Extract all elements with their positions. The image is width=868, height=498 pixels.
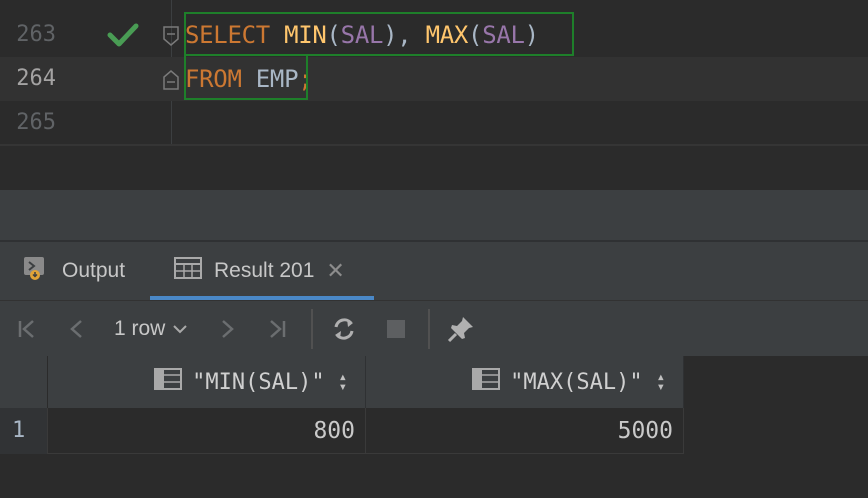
tab-result[interactable]: Result 201 ✕ xyxy=(150,242,374,300)
editor-empty-area xyxy=(0,146,868,190)
result-grid[interactable]: "MIN(SAL)" ▴ ▾ "MAX(SAL)" ▴ ▾ 1 800 5000 xyxy=(0,356,868,498)
pin-icon[interactable] xyxy=(446,314,476,344)
table-icon xyxy=(174,257,202,285)
console-output-icon xyxy=(22,255,50,287)
refresh-icon[interactable] xyxy=(329,314,359,344)
result-toolbar: 1 row xyxy=(0,300,868,356)
fold-start-icon[interactable] xyxy=(162,25,180,47)
column-header-label: "MIN(SAL)" xyxy=(192,369,325,395)
grid-header: "MIN(SAL)" ▴ ▾ "MAX(SAL)" ▴ ▾ xyxy=(0,356,684,408)
row-count-label: 1 row xyxy=(114,317,166,340)
first-page-icon[interactable] xyxy=(12,314,42,344)
sort-icon[interactable]: ▴ ▾ xyxy=(339,370,347,394)
line-number: 264 xyxy=(16,66,56,91)
row-count-dropdown[interactable]: 1 row xyxy=(114,314,189,344)
toolbar-separator xyxy=(311,309,313,349)
editor-line-265[interactable]: 265 xyxy=(0,101,868,145)
line-number: 265 xyxy=(16,110,56,135)
result-tabs: Output Result 201 ✕ xyxy=(0,242,868,300)
close-icon[interactable]: ✕ xyxy=(326,258,344,284)
code-text: FROM EMP; xyxy=(185,65,313,93)
line-number: 263 xyxy=(16,22,56,47)
sort-icon[interactable]: ▴ ▾ xyxy=(657,370,665,394)
chevron-down-icon xyxy=(173,325,188,334)
previous-page-icon[interactable] xyxy=(62,314,92,344)
toolbar-separator xyxy=(428,309,430,349)
table-cell-max-sal[interactable]: 5000 xyxy=(366,408,684,454)
column-header-label: "MAX(SAL)" xyxy=(510,369,643,395)
row-number: 1 xyxy=(0,408,48,454)
editor-line-264[interactable]: 264 FROM EMP; xyxy=(0,57,868,101)
column-icon xyxy=(154,368,183,396)
fold-end-icon[interactable] xyxy=(162,69,180,91)
table-cell-min-sal[interactable]: 800 xyxy=(48,408,366,454)
sql-editor[interactable]: 263 SELECT MIN(SAL), MAX(SAL) 264 FROM E… xyxy=(0,0,868,146)
row-number-header xyxy=(0,356,48,408)
column-header-max-sal[interactable]: "MAX(SAL)" ▴ ▾ xyxy=(366,356,684,408)
next-page-icon[interactable] xyxy=(212,314,242,344)
tab-output-label: Output xyxy=(62,259,126,282)
code-text: SELECT MIN(SAL), MAX(SAL) xyxy=(185,21,539,49)
checkmark-icon xyxy=(107,23,139,47)
last-page-icon[interactable] xyxy=(262,314,292,344)
column-icon xyxy=(472,368,501,396)
stop-icon[interactable] xyxy=(381,314,411,344)
editor-line-263[interactable]: 263 SELECT MIN(SAL), MAX(SAL) xyxy=(0,13,868,57)
tab-output[interactable]: Output xyxy=(22,242,125,300)
table-row[interactable]: 1 800 5000 xyxy=(0,408,684,454)
tab-result-label: Result 201 xyxy=(214,259,315,282)
column-header-min-sal[interactable]: "MIN(SAL)" ▴ ▾ xyxy=(48,356,366,408)
